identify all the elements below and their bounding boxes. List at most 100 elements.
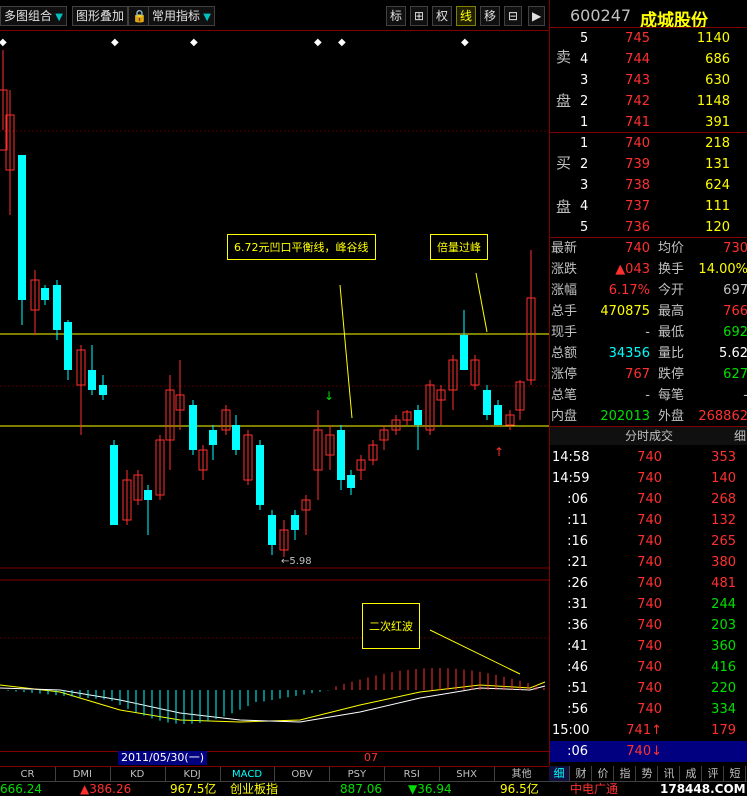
ticks-title: 分时成交 (624, 429, 673, 443)
tick-time: :31 (567, 597, 588, 612)
right-tab[interactable]: 势 (637, 766, 658, 781)
order-book-row[interactable]: 1 740 218 (550, 133, 747, 154)
indicator-tab-psy[interactable]: PSY (329, 767, 386, 782)
order-book-row[interactable]: 5 745 1140 (550, 28, 747, 49)
order-book-row[interactable]: 3 738 624 (550, 175, 747, 196)
order-book-row[interactable]: :51 740 220 (550, 678, 747, 699)
order-book-row[interactable]: :26 740 481 (550, 573, 747, 594)
order-book-row[interactable]: :56 740 334 (550, 699, 747, 720)
indicator-tab-shx[interactable]: SHX (439, 767, 496, 782)
indicator-tab-rsi[interactable]: RSI (384, 767, 441, 782)
order-book-row[interactable]: :06 740 268 (550, 489, 747, 510)
order-book-row[interactable]: 涨停 767 跌停 627 (550, 364, 747, 385)
order-book-row[interactable]: 总笔 -每笔- (550, 385, 747, 406)
right-tab[interactable]: 财 (571, 766, 592, 781)
order-book-row[interactable]: 14:58 740 353 (550, 447, 747, 468)
right-tab[interactable]: 指 (615, 766, 636, 781)
candle-body (144, 490, 152, 500)
indicator-tab-kd[interactable]: KD (110, 767, 166, 782)
dropdown-arrow-icon[interactable]: ▼ (52, 12, 63, 23)
up-arrow-icon: ↑ (494, 445, 504, 459)
order-book-row[interactable]: 内盘 202013 外盘 268862 (550, 406, 747, 427)
xian-button[interactable]: 线 (456, 6, 477, 26)
multi-chart-button[interactable]: 多图组合 ▼ (0, 6, 67, 26)
order-book-row[interactable]: :16 740 265 (550, 531, 747, 552)
second-red-wave-annotation: 二次红波 (362, 603, 420, 649)
right-tab[interactable]: 短 (725, 766, 746, 781)
dropdown-arrow-icon[interactable]: ▼ (200, 12, 211, 23)
order-book-row[interactable]: 14:59 740 140 (550, 468, 747, 489)
order-book-row[interactable]: :41 740 360 (550, 636, 747, 657)
order-book-row[interactable]: :21 740 380 (550, 552, 747, 573)
quan-button[interactable]: 权 (432, 6, 453, 26)
status-value-3: 967.5亿 (170, 782, 217, 796)
grid-icon[interactable]: ⊞ (410, 6, 429, 26)
order-book-row[interactable]: 总手 470875 最高 766 (550, 301, 747, 322)
biao-button[interactable]: 标 (386, 6, 407, 26)
quote-label: 涨停 (551, 367, 578, 382)
tick-time: :36 (567, 618, 588, 633)
order-book-row[interactable]: 3 743 630 (550, 70, 747, 91)
right-tab[interactable]: 成 (681, 766, 702, 781)
ticks-detail-button[interactable]: 细 (734, 427, 746, 445)
status-bar: 666.24 ▲386.26 967.5亿 创业板指 887.06 ▼36.94… (0, 781, 747, 796)
order-book-row[interactable]: 现手 - 最低 692 (550, 322, 747, 343)
candle-body (291, 515, 299, 530)
indicator-tab-obv[interactable]: OBV (275, 767, 331, 782)
right-tab[interactable]: 细 (549, 766, 570, 781)
kline-chart[interactable]: ◆ ◆ ◆ ◆ ◆ ◆ ↓ ↑ 6.72元凹口平衡线，峰谷线 倍量过峰 二次红波 ←5.98 (0, 30, 549, 765)
order-book-row[interactable]: 总额 34356 量比 5.62 (550, 343, 747, 364)
level-number: 4 (580, 52, 589, 67)
yi-button[interactable]: 移 (480, 6, 501, 26)
order-book-row[interactable]: 15:00 741↑ 179 (550, 720, 747, 741)
candle-body (18, 155, 26, 300)
right-tab[interactable]: 讯 (659, 766, 680, 781)
balance-line-annotation: 6.72元凹口平衡线，峰谷线 (227, 234, 376, 260)
tick-volume: 203 (711, 618, 736, 633)
sell-volume: 630 (705, 73, 730, 88)
right-tabs: 细财价指势讯成评短 (549, 766, 747, 781)
buy-price: 738 (625, 178, 650, 193)
order-book-row[interactable]: 4 744 686 (550, 49, 747, 70)
tick-time: :41 (567, 639, 588, 654)
down-arrow-icon: ↓ (324, 389, 334, 403)
tick-volume: 268 (711, 492, 736, 507)
level-number: 1 (580, 136, 589, 151)
indicator-tab-kdj[interactable]: KDJ (165, 767, 221, 782)
order-book-row[interactable]: 2 742 1148 (550, 91, 747, 112)
order-book-row[interactable]: 最新 740 均价 730 (550, 238, 747, 259)
order-book-row[interactable]: :46 740 416 (550, 657, 747, 678)
buy-volume: 218 (705, 136, 730, 151)
order-book-row[interactable]: :31 740 244 (550, 594, 747, 615)
indicator-tab-macd[interactable]: MACD (220, 767, 276, 782)
indicator-tab-其他[interactable]: 其他 (494, 767, 550, 782)
order-book-row[interactable]: 1 741 391 (550, 112, 747, 133)
candle-body (53, 285, 61, 330)
candle-body (209, 430, 217, 445)
common-indicator-button[interactable]: 常用指标 ▼ (148, 6, 215, 26)
sell-price: 742 (625, 94, 650, 109)
order-book-row[interactable]: :06 740↓ (550, 741, 747, 762)
order-book-row[interactable]: 4 737 111 (550, 196, 747, 217)
order-book-row[interactable]: 5 736 120 (550, 217, 747, 238)
order-book-row[interactable]: 涨幅 6.17% 今开 697 (550, 280, 747, 301)
order-book-row[interactable]: :11 740 132 (550, 510, 747, 531)
order-book-row[interactable]: :36 740 203 (550, 615, 747, 636)
candle-body (414, 410, 422, 425)
quote-value: 5.62 (719, 346, 747, 361)
play-icon[interactable]: ▶ (528, 6, 546, 26)
quote-label: 均价 (658, 241, 685, 256)
quote-value: 470875 (600, 304, 650, 319)
tick-price: 740 (637, 576, 662, 591)
window-icon[interactable]: ⊟ (504, 6, 523, 26)
tick-time: :16 (567, 534, 588, 549)
order-book-row[interactable]: 涨跌 ▲043 换手 14.00% (550, 259, 747, 280)
right-tab[interactable]: 评 (703, 766, 724, 781)
order-book-row[interactable]: 2 739 131 (550, 154, 747, 175)
overlay-button[interactable]: 图形叠加 (72, 6, 129, 26)
level-number: 5 (580, 31, 589, 46)
indicator-tab-cr[interactable]: CR (0, 767, 56, 782)
right-tab[interactable]: 价 (593, 766, 614, 781)
level-number: 4 (580, 199, 589, 214)
indicator-tab-dmi[interactable]: DMI (55, 767, 111, 782)
